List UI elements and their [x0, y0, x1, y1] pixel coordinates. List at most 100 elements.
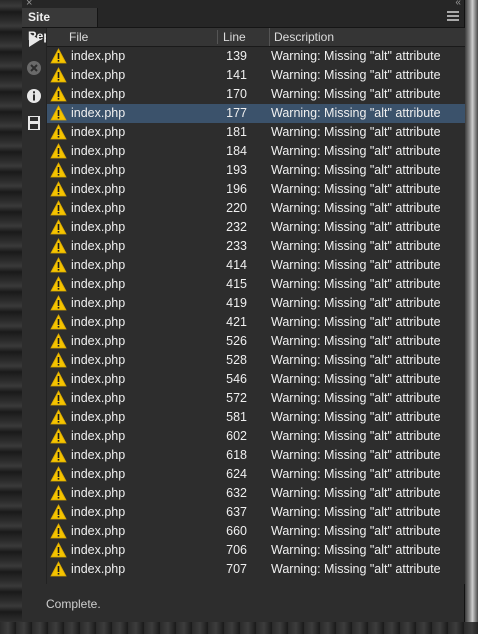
cell-line: 141 [226, 68, 247, 82]
cell-line: 602 [226, 429, 247, 443]
cell-line: 177 [226, 106, 247, 120]
cell-description: Warning: Missing "alt" attribute [271, 277, 441, 291]
panel-menu-icon[interactable] [447, 11, 459, 22]
cell-line: 546 [226, 372, 247, 386]
table-row[interactable]: index.php 660 Warning: Missing "alt" att… [47, 522, 465, 541]
warning-icon [50, 295, 67, 311]
warning-icon [50, 390, 67, 406]
table-row[interactable]: index.php 637 Warning: Missing "alt" att… [47, 503, 465, 522]
stop-circle-icon[interactable] [25, 59, 43, 77]
cell-line: 170 [226, 87, 247, 101]
warning-icon [50, 542, 67, 558]
cell-file: index.php [71, 163, 126, 177]
play-icon[interactable] [25, 31, 43, 49]
table-row[interactable]: index.php 170 Warning: Missing "alt" att… [47, 85, 465, 104]
table-row[interactable]: index.php 528 Warning: Missing "alt" att… [47, 351, 465, 370]
cell-line: 421 [226, 315, 247, 329]
warning-icon [50, 162, 67, 178]
tab-site-reports[interactable]: Site Reports [22, 8, 98, 43]
cell-description: Warning: Missing "alt" attribute [271, 353, 441, 367]
table-row[interactable]: index.php 581 Warning: Missing "alt" att… [47, 408, 465, 427]
cell-file: index.php [71, 448, 126, 462]
warning-icon [50, 257, 67, 273]
column-divider [217, 30, 218, 44]
table-row[interactable]: index.php 415 Warning: Missing "alt" att… [47, 275, 465, 294]
cell-line: 707 [226, 562, 247, 576]
cell-description: Warning: Missing "alt" attribute [271, 106, 441, 120]
cell-description: Warning: Missing "alt" attribute [271, 334, 441, 348]
cell-line: 624 [226, 467, 247, 481]
warning-icon [50, 447, 67, 463]
table-row[interactable]: index.php 181 Warning: Missing "alt" att… [47, 123, 465, 142]
warning-icon [50, 276, 67, 292]
cell-description: Warning: Missing "alt" attribute [271, 182, 441, 196]
cell-line: 528 [226, 353, 247, 367]
panel-top-strip: × ‹‹ [22, 0, 464, 9]
warning-icon [50, 333, 67, 349]
warning-icon [50, 105, 67, 121]
warning-icon [50, 466, 67, 482]
cell-line: 419 [226, 296, 247, 310]
report-toolbar [22, 28, 46, 598]
save-icon[interactable] [25, 114, 43, 132]
table-row[interactable]: index.php 618 Warning: Missing "alt" att… [47, 446, 465, 465]
cell-file: index.php [71, 49, 126, 63]
table-row[interactable]: index.php 526 Warning: Missing "alt" att… [47, 332, 465, 351]
cell-line: 415 [226, 277, 247, 291]
collapse-icon[interactable]: ‹‹ [455, 0, 461, 8]
warning-icon [50, 86, 67, 102]
info-icon[interactable] [25, 87, 43, 105]
table-header: File Line Description [47, 28, 465, 47]
column-header-line[interactable]: Line [223, 28, 246, 46]
table-row[interactable]: index.php 707 Warning: Missing "alt" att… [47, 560, 465, 579]
table-row[interactable]: index.php 220 Warning: Missing "alt" att… [47, 199, 465, 218]
table-row[interactable]: index.php 139 Warning: Missing "alt" att… [47, 47, 465, 66]
warning-icon [50, 67, 67, 83]
cell-line: 196 [226, 182, 247, 196]
cell-line: 184 [226, 144, 247, 158]
cell-line: 526 [226, 334, 247, 348]
table-row[interactable]: index.php 193 Warning: Missing "alt" att… [47, 161, 465, 180]
cell-description: Warning: Missing "alt" attribute [271, 448, 441, 462]
cell-description: Warning: Missing "alt" attribute [271, 258, 441, 272]
warning-icon [50, 238, 67, 254]
column-header-file[interactable]: File [69, 28, 88, 46]
cell-file: index.php [71, 258, 126, 272]
cell-line: 618 [226, 448, 247, 462]
table-row[interactable]: index.php 196 Warning: Missing "alt" att… [47, 180, 465, 199]
column-header-description[interactable]: Description [269, 28, 334, 46]
cell-description: Warning: Missing "alt" attribute [271, 296, 441, 310]
cell-description: Warning: Missing "alt" attribute [271, 467, 441, 481]
cell-description: Warning: Missing "alt" attribute [271, 68, 441, 82]
table-row[interactable]: index.php 546 Warning: Missing "alt" att… [47, 370, 465, 389]
cell-file: index.php [71, 277, 126, 291]
table-row[interactable]: index.php 706 Warning: Missing "alt" att… [47, 541, 465, 560]
cell-file: index.php [71, 486, 126, 500]
table-row[interactable]: index.php 232 Warning: Missing "alt" att… [47, 218, 465, 237]
table-row[interactable]: index.php 414 Warning: Missing "alt" att… [47, 256, 465, 275]
cell-file: index.php [71, 220, 126, 234]
warning-icon [50, 143, 67, 159]
cell-description: Warning: Missing "alt" attribute [271, 429, 441, 443]
cell-file: index.php [71, 353, 126, 367]
cell-description: Warning: Missing "alt" attribute [271, 562, 441, 576]
table-row[interactable]: index.php 602 Warning: Missing "alt" att… [47, 427, 465, 446]
site-reports-panel: × ‹‹ Site Reports File Line [22, 0, 465, 622]
table-row[interactable]: index.php 624 Warning: Missing "alt" att… [47, 465, 465, 484]
table-row[interactable]: index.php 572 Warning: Missing "alt" att… [47, 389, 465, 408]
table-row[interactable]: index.php 419 Warning: Missing "alt" att… [47, 294, 465, 313]
status-text: Complete. [46, 597, 101, 611]
cell-description: Warning: Missing "alt" attribute [271, 524, 441, 538]
warning-icon [50, 504, 67, 520]
cell-file: index.php [71, 315, 126, 329]
cell-line: 660 [226, 524, 247, 538]
table-row[interactable]: index.php 632 Warning: Missing "alt" att… [47, 484, 465, 503]
warning-icon [50, 181, 67, 197]
table-row[interactable]: index.php 177 Warning: Missing "alt" att… [47, 104, 465, 123]
table-row[interactable]: index.php 233 Warning: Missing "alt" att… [47, 237, 465, 256]
table-row[interactable]: index.php 141 Warning: Missing "alt" att… [47, 66, 465, 85]
table-row[interactable]: index.php 421 Warning: Missing "alt" att… [47, 313, 465, 332]
warning-icon [50, 523, 67, 539]
table-row[interactable]: index.php 184 Warning: Missing "alt" att… [47, 142, 465, 161]
cell-file: index.php [71, 372, 126, 386]
